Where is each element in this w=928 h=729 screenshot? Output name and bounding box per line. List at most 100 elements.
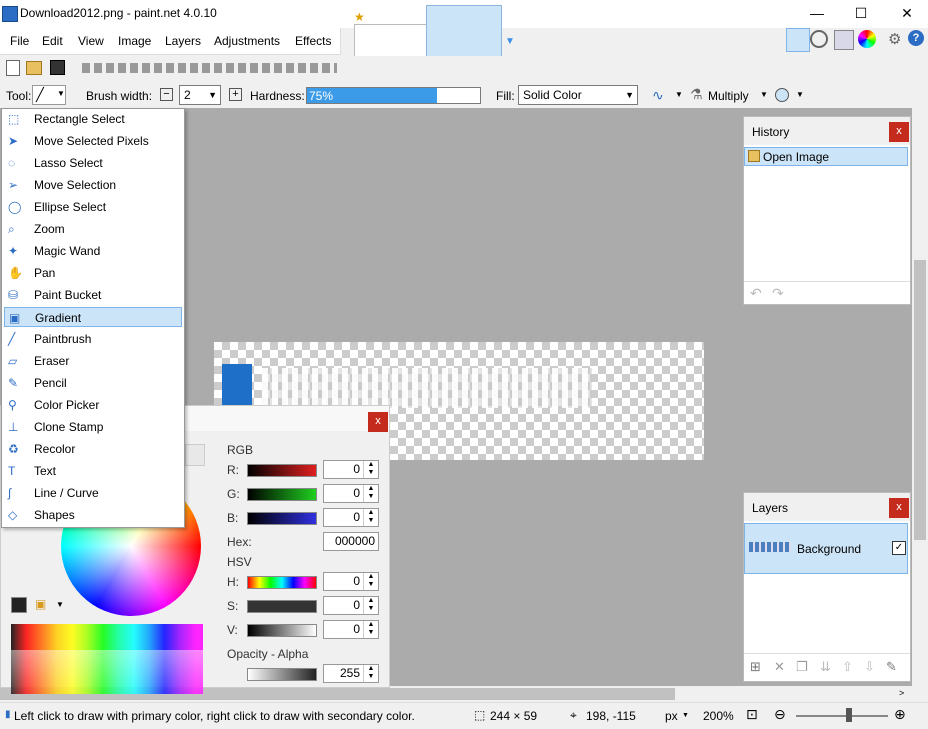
- zoom-slider-thumb[interactable]: [846, 708, 852, 722]
- decrease-icon[interactable]: −: [160, 88, 173, 101]
- saturation-input[interactable]: 0 ▲ ▼: [323, 596, 379, 615]
- tools-window-icon[interactable]: [786, 28, 810, 52]
- menu-file[interactable]: File: [10, 34, 29, 48]
- zoom-to-window-icon[interactable]: ⊡: [746, 706, 758, 723]
- layer-properties-icon[interactable]: ✎: [886, 659, 897, 675]
- layer-row[interactable]: Background ✓: [744, 523, 908, 574]
- menu-adjustments[interactable]: Adjustments: [214, 34, 280, 48]
- zoom-level[interactable]: 200%: [703, 709, 734, 723]
- save-icon[interactable]: [50, 60, 65, 75]
- help-icon[interactable]: ?: [908, 30, 924, 46]
- menu-layers[interactable]: Layers: [165, 34, 201, 48]
- palette-icon[interactable]: ▣: [35, 597, 46, 611]
- tool-item[interactable]: ◯ Ellipse Select: [4, 197, 182, 217]
- star-icon[interactable]: ★: [354, 10, 365, 24]
- layers-window-icon[interactable]: [834, 30, 854, 50]
- layers-close-button[interactable]: x: [889, 498, 909, 518]
- blend-mode-value[interactable]: Multiply: [708, 89, 749, 103]
- menu-effects[interactable]: Effects: [295, 34, 331, 48]
- tool-item[interactable]: ⛁ Paint Bucket: [4, 285, 182, 305]
- new-icon[interactable]: [6, 60, 20, 76]
- chevron-down-icon[interactable]: ▼: [56, 600, 64, 609]
- value-spinner-icon[interactable]: ▲ ▼: [363, 621, 378, 638]
- move-layer-up-icon[interactable]: ⇧: [842, 659, 853, 675]
- blue-spinner-icon[interactable]: ▲ ▼: [363, 509, 378, 526]
- blue-slider[interactable]: [247, 512, 317, 525]
- history-item[interactable]: Open Image: [744, 147, 908, 166]
- hardness-slider[interactable]: 75%: [306, 87, 481, 104]
- tool-item[interactable]: ⌕ Zoom: [4, 219, 182, 239]
- tool-item[interactable]: ✦ Magic Wand: [4, 241, 182, 261]
- tool-item[interactable]: ➤ Move Selected Pixels: [4, 131, 182, 151]
- value-input[interactable]: 0 ▲ ▼: [323, 620, 379, 639]
- duplicate-layer-icon[interactable]: ❐: [796, 659, 808, 675]
- history-close-button[interactable]: x: [889, 122, 909, 142]
- menu-edit[interactable]: Edit: [42, 34, 63, 48]
- add-layer-icon[interactable]: ⊞: [750, 659, 761, 675]
- menu-image[interactable]: Image: [118, 34, 151, 48]
- selection-mode-icon[interactable]: [775, 88, 789, 102]
- tabs-dropdown-icon[interactable]: ▼: [505, 36, 515, 47]
- red-slider[interactable]: [247, 464, 317, 477]
- brush-width-combo[interactable]: 2 ▼: [179, 85, 221, 105]
- gear-icon[interactable]: ⚙: [888, 30, 901, 48]
- green-input[interactable]: 0 ▲ ▼: [323, 484, 379, 503]
- tool-item[interactable]: ✎ Pencil: [4, 373, 182, 393]
- history-window-icon[interactable]: [810, 30, 828, 48]
- antialias-icon[interactable]: ∿: [652, 87, 664, 104]
- green-spinner-icon[interactable]: ▲ ▼: [363, 485, 378, 502]
- maximize-button[interactable]: ☐: [838, 0, 884, 28]
- close-button[interactable]: ✕: [884, 0, 928, 28]
- value-slider[interactable]: [247, 624, 317, 637]
- vertical-scroll-thumb[interactable]: [914, 260, 926, 540]
- tool-item[interactable]: ⚲ Color Picker: [4, 395, 182, 415]
- chevron-down-icon[interactable]: ▼: [675, 90, 683, 99]
- increase-icon[interactable]: +: [229, 88, 242, 101]
- tool-item[interactable]: ⊥ Clone Stamp: [4, 417, 182, 437]
- tool-item[interactable]: ✋ Pan: [4, 263, 182, 283]
- zoom-out-icon[interactable]: ⊖: [774, 706, 786, 723]
- tool-selector[interactable]: ╱ ▼: [32, 85, 66, 105]
- red-input[interactable]: 0 ▲ ▼: [323, 460, 379, 479]
- chevron-down-icon[interactable]: ▼: [682, 712, 689, 719]
- colors-window-icon[interactable]: [858, 30, 876, 48]
- tool-item[interactable]: ╱ Paintbrush: [4, 329, 182, 349]
- hex-input[interactable]: 000000: [323, 532, 379, 551]
- edit-tools-strip[interactable]: [82, 63, 337, 73]
- minimize-button[interactable]: —: [794, 0, 840, 28]
- hue-spinner-icon[interactable]: ▲ ▼: [363, 573, 378, 590]
- hue-input[interactable]: 0 ▲ ▼: [323, 572, 379, 591]
- open-icon[interactable]: [26, 61, 42, 75]
- blue-input[interactable]: 0 ▲ ▼: [323, 508, 379, 527]
- redo-icon[interactable]: ↷: [772, 285, 784, 302]
- delete-layer-icon[interactable]: ✕: [774, 659, 785, 675]
- move-layer-down-icon[interactable]: ⇩: [864, 659, 875, 675]
- color-swatch-box[interactable]: [185, 444, 205, 466]
- layer-visibility-checkbox[interactable]: ✓: [892, 541, 906, 555]
- scroll-right-icon[interactable]: >: [899, 688, 904, 698]
- tool-item[interactable]: ⬚ Rectangle Select: [4, 109, 182, 129]
- tool-item[interactable]: T Text: [4, 461, 182, 481]
- colors-close-button[interactable]: x: [368, 412, 388, 432]
- saturation-slider[interactable]: [247, 600, 317, 613]
- tool-item[interactable]: ▱ Eraser: [4, 351, 182, 371]
- tool-item[interactable]: ♻ Recolor: [4, 439, 182, 459]
- undo-icon[interactable]: ↶: [750, 285, 762, 302]
- zoom-slider[interactable]: [796, 715, 888, 717]
- units-selector[interactable]: px: [665, 709, 678, 723]
- hue-slider[interactable]: [247, 576, 317, 589]
- primary-color-swatch[interactable]: [11, 597, 27, 613]
- chevron-down-icon[interactable]: ▼: [796, 90, 804, 99]
- alpha-slider[interactable]: [247, 668, 317, 681]
- alpha-spinner-icon[interactable]: ▲ ▼: [363, 665, 378, 682]
- fill-combo[interactable]: Solid Color ▼: [518, 85, 638, 105]
- tool-item[interactable]: ◌ Lasso Select: [4, 153, 182, 173]
- red-spinner-icon[interactable]: ▲ ▼: [363, 461, 378, 478]
- menu-view[interactable]: View: [78, 34, 104, 48]
- tool-item[interactable]: ∫ Line / Curve: [4, 483, 182, 503]
- tool-item[interactable]: ▣ Gradient: [4, 307, 182, 327]
- alpha-input[interactable]: 255 ▲ ▼: [323, 664, 379, 683]
- chevron-down-icon[interactable]: ▼: [760, 90, 768, 99]
- zoom-in-icon[interactable]: ⊕: [894, 706, 906, 723]
- green-slider[interactable]: [247, 488, 317, 501]
